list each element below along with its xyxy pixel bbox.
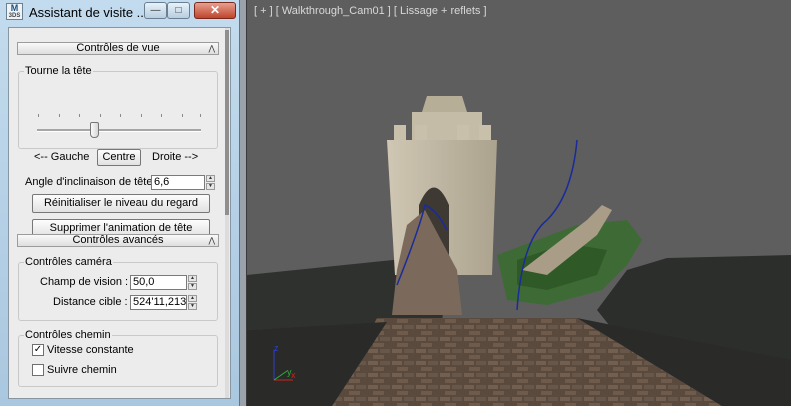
panel-scroll-thumb[interactable] [225,30,229,215]
constant-speed-checkbox[interactable]: ✓ [32,344,44,356]
camera-viewport[interactable]: [ + ] [ Walkthrough_Cam01 ] [ Lissage + … [246,0,791,406]
camera-controls-group-title: Contrôles caméra [24,256,113,268]
axis-z-label: z [274,343,279,353]
slider-tick [161,114,162,117]
slider-tick [120,114,121,117]
spinner-down-icon[interactable]: ▼ [188,283,197,290]
slider-tick [100,114,101,117]
spinner-up-icon[interactable]: ▲ [188,295,197,302]
tilt-angle-spinner[interactable]: ▲ ▼ [206,175,215,190]
tilt-angle-field[interactable]: 6,6 [151,175,205,190]
slider-tick [79,114,80,117]
turn-head-group: Tourne la tête [18,65,218,149]
right-label: Droite --> [152,151,199,163]
app-icon-caption: 3DS [8,13,21,19]
field-of-view-spinner[interactable]: ▲ ▼ [188,275,197,290]
center-button[interactable]: Centre [97,149,141,166]
3ds-max-icon: M 3DS [6,3,23,20]
tilt-angle-label: Angle d'inclinaison de tête [25,176,153,188]
spinner-up-icon[interactable]: ▲ [188,275,197,282]
head-turn-slider-track[interactable] [37,129,201,132]
field-of-view-field[interactable]: 50,0 [130,275,187,290]
minimize-button[interactable]: — [144,2,167,19]
slider-tick [38,114,39,117]
spinner-up-icon[interactable]: ▲ [206,175,215,182]
viewport-scene[interactable] [247,0,791,406]
slider-tick [59,114,60,117]
slider-tick [200,114,201,117]
spinner-down-icon[interactable]: ▼ [188,303,197,310]
viewport-label[interactable]: [ + ] [ Walkthrough_Cam01 ] [ Lissage + … [254,5,487,17]
collapse-chevron-icon: ⋀ [208,236,215,245]
target-distance-spinner[interactable]: ▲ ▼ [188,295,197,310]
battlement [457,125,469,140]
walkthrough-assistant-window: M 3DS Assistant de visite ... — □ ✕ Contr… [0,0,240,406]
slider-tick [141,114,142,117]
tower-roof [422,96,467,112]
turn-head-group-title: Tourne la tête [24,65,93,77]
maximize-button[interactable]: □ [167,2,190,19]
view-controls-title: Contrôles de vue [76,42,160,54]
path-controls-group-title: Contrôles chemin [24,329,112,341]
title-bar[interactable]: M 3DS Assistant de visite ... — □ ✕ [0,0,240,24]
advanced-controls-title: Contrôles avancés [72,234,164,246]
advanced-controls-rollout-header[interactable]: Contrôles avancés ⋀ [17,234,219,247]
reset-gaze-level-button[interactable]: Réinitialiser le niveau du regard [32,194,210,213]
path-controls-group: Contrôles chemin [18,329,218,387]
camera-controls-group: Contrôles caméra [18,256,218,321]
battlement [479,125,491,140]
slider-tick [182,114,183,117]
close-button[interactable]: ✕ [194,2,236,19]
view-controls-rollout-header[interactable]: Contrôles de vue ⋀ [17,42,219,55]
head-turn-slider-thumb[interactable] [89,122,99,138]
field-of-view-label: Champ de vision : [40,276,129,288]
collapse-chevron-icon: ⋀ [208,44,215,53]
target-distance-label: Distance cible : [53,296,128,308]
panel-client-area: Contrôles de vue ⋀ Tourne la tête <-- Ga… [8,27,231,399]
axis-x-label: x [291,370,296,380]
battlement [394,125,406,140]
target-distance-field[interactable]: 524'11,213 [130,295,187,310]
follow-path-checkbox[interactable] [32,364,44,376]
app-icon-letter: M [10,3,19,13]
spinner-down-icon[interactable]: ▼ [206,183,215,190]
constant-speed-label[interactable]: Vitesse constante [47,344,134,356]
left-label: <-- Gauche [34,151,90,163]
battlement [415,125,427,140]
window-title: Assistant de visite ... [29,5,148,20]
follow-path-label[interactable]: Suivre chemin [47,364,117,376]
